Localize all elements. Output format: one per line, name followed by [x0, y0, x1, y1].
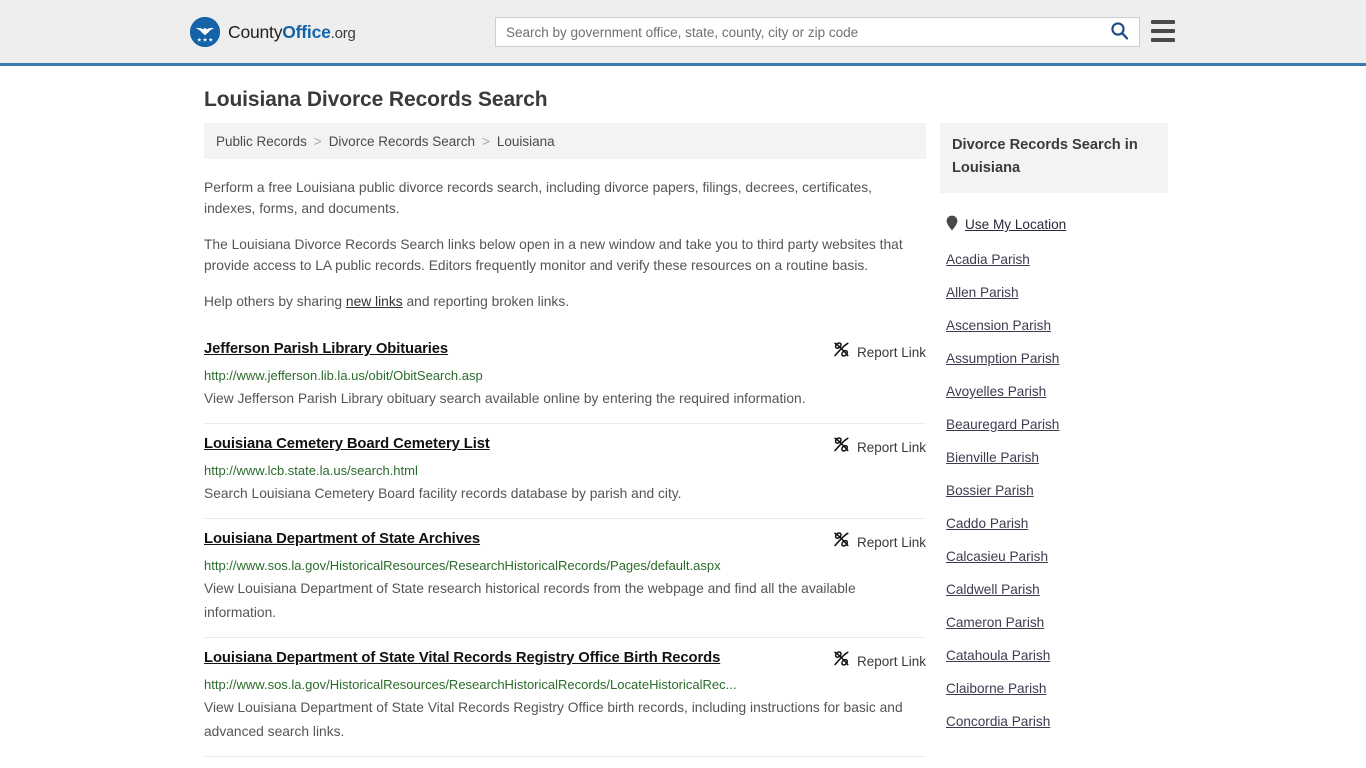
sidebar-link-label[interactable]: Beauregard Parish	[946, 417, 1059, 432]
sidebar-item-caddo-parish[interactable]: Caddo Parish	[940, 507, 1168, 540]
sidebar-item-bienville-parish[interactable]: Bienville Parish	[940, 441, 1168, 474]
sidebar-link-label[interactable]: Caddo Parish	[946, 516, 1028, 531]
broken-link-icon	[833, 436, 850, 458]
sidebar-link-label[interactable]: Use My Location	[965, 217, 1066, 232]
sidebar-link-label[interactable]: Avoyelles Parish	[946, 384, 1046, 399]
sidebar-link-label[interactable]: Concordia Parish	[946, 714, 1050, 729]
report-link-label: Report Link	[856, 653, 926, 669]
report-link-label: Report Link	[856, 534, 926, 550]
report-link-button[interactable]: Report Link	[833, 436, 926, 458]
sidebar-link-label[interactable]: Acadia Parish	[946, 252, 1030, 267]
site-logo[interactable]: CountyOffice.org	[190, 17, 356, 47]
sidebar-item-caldwell-parish[interactable]: Caldwell Parish	[940, 573, 1168, 606]
breadcrumb-separator: >	[313, 133, 322, 149]
report-link-button[interactable]: Report Link	[833, 341, 926, 363]
result-description: Search Louisiana Cemetery Board facility…	[204, 486, 682, 501]
search-bar[interactable]	[495, 17, 1140, 47]
result-item: Louisiana Cemetery Board Cemetery List R…	[204, 423, 926, 518]
result-header: Jefferson Parish Library Obituaries Repo…	[204, 340, 926, 363]
intro-text-before: Help others by sharing	[204, 294, 346, 309]
report-link-button[interactable]: Report Link	[833, 531, 926, 553]
sidebar-link-label[interactable]: Cameron Parish	[946, 615, 1044, 630]
breadcrumb-item-divorce-records-search[interactable]: Divorce Records Search	[329, 134, 475, 149]
result-item: Jefferson Parish Library Obituaries Repo…	[204, 330, 926, 423]
sidebar-link-label[interactable]: Assumption Parish	[946, 351, 1059, 366]
sidebar-links-list: Use My Location Acadia Parish Allen Pari…	[940, 193, 1168, 738]
page-title: Louisiana Divorce Records Search	[204, 88, 548, 111]
menu-bar-2	[1151, 29, 1175, 33]
brand-county: County	[228, 21, 283, 42]
search-icon	[1110, 21, 1129, 43]
result-title-link[interactable]: Louisiana Cemetery Board Cemetery List	[204, 435, 490, 454]
sidebar-item-ascension-parish[interactable]: Ascension Parish	[940, 309, 1168, 342]
sidebar: Divorce Records Search in Louisiana Use …	[940, 123, 1168, 738]
report-link-label: Report Link	[856, 344, 926, 360]
intro-paragraph-2: The Louisiana Divorce Records Search lin…	[204, 237, 903, 273]
broken-link-icon	[833, 531, 850, 553]
sidebar-link-label[interactable]: Allen Parish	[946, 285, 1019, 300]
breadcrumb-item-public-records[interactable]: Public Records	[216, 134, 307, 149]
result-header: Louisiana Department of State Vital Reco…	[204, 649, 926, 672]
sidebar-link-label[interactable]: Ascension Parish	[946, 318, 1051, 333]
breadcrumb-item-louisiana[interactable]: Louisiana	[497, 134, 555, 149]
result-item: Louisiana Department of State Vital Reco…	[204, 637, 926, 756]
report-link-label: Report Link	[856, 439, 926, 455]
sidebar-item-concordia-parish[interactable]: Concordia Parish	[940, 705, 1168, 738]
breadcrumb: Public Records > Divorce Records Search …	[204, 123, 926, 159]
sidebar-item-allen-parish[interactable]: Allen Parish	[940, 276, 1168, 309]
menu-bar-3	[1151, 38, 1175, 42]
result-description: View Jefferson Parish Library obituary s…	[204, 391, 806, 406]
intro-text-after: and reporting broken links.	[402, 294, 570, 309]
result-item: Louisiana Obituaries Report Link	[204, 756, 926, 768]
result-title-link[interactable]: Louisiana Department of State Archives	[204, 530, 480, 549]
result-header: Louisiana Cemetery Board Cemetery List R…	[204, 435, 926, 458]
site-logo-text: CountyOffice.org	[228, 22, 356, 43]
result-header: Louisiana Department of State Archives R…	[204, 530, 926, 553]
sidebar-item-claiborne-parish[interactable]: Claiborne Parish	[940, 672, 1168, 705]
sidebar-item-assumption-parish[interactable]: Assumption Parish	[940, 342, 1168, 375]
result-item: Louisiana Department of State Archives R…	[204, 518, 926, 637]
sidebar-link-label[interactable]: Bossier Parish	[946, 483, 1034, 498]
result-title-link[interactable]: Louisiana Department of State Vital Reco…	[204, 649, 720, 668]
result-title-link[interactable]: Jefferson Parish Library Obituaries	[204, 340, 448, 359]
main-content: Public Records > Divorce Records Search …	[204, 123, 926, 768]
sidebar-title: Divorce Records Search in Louisiana	[940, 123, 1168, 193]
sidebar-item-calcasieu-parish[interactable]: Calcasieu Parish	[940, 540, 1168, 573]
map-pin-icon	[946, 215, 958, 234]
sidebar-item-use-my-location[interactable]: Use My Location	[940, 206, 1168, 243]
search-button[interactable]	[1099, 18, 1139, 46]
sidebar-item-cameron-parish[interactable]: Cameron Parish	[940, 606, 1168, 639]
eagle-seal-icon	[190, 17, 220, 47]
new-links-link[interactable]: new links	[346, 294, 403, 309]
result-url[interactable]: http://www.sos.la.gov/HistoricalResource…	[204, 676, 926, 693]
sidebar-link-label[interactable]: Calcasieu Parish	[946, 549, 1048, 564]
brand-office: Office	[282, 21, 331, 42]
broken-link-icon	[833, 341, 850, 363]
sidebar-item-bossier-parish[interactable]: Bossier Parish	[940, 474, 1168, 507]
menu-bar-1	[1151, 20, 1175, 24]
sidebar-item-avoyelles-parish[interactable]: Avoyelles Parish	[940, 375, 1168, 408]
sidebar-item-catahoula-parish[interactable]: Catahoula Parish	[940, 639, 1168, 672]
breadcrumb-separator: >	[482, 133, 490, 149]
site-header: CountyOffice.org	[0, 0, 1366, 66]
sidebar-link-label[interactable]: Caldwell Parish	[946, 582, 1040, 597]
sidebar-link-label[interactable]: Claiborne Parish	[946, 681, 1047, 696]
result-description: View Louisiana Department of State resea…	[204, 581, 856, 620]
intro-paragraph-1: Perform a free Louisiana public divorce …	[204, 180, 872, 216]
intro-paragraph-3: Help others by sharing new links and rep…	[204, 276, 926, 312]
result-url[interactable]: http://www.jefferson.lib.la.us/obit/Obit…	[204, 367, 926, 384]
report-link-button[interactable]: Report Link	[833, 650, 926, 672]
sidebar-link-label[interactable]: Bienville Parish	[946, 450, 1039, 465]
search-input[interactable]	[496, 18, 1099, 46]
sidebar-link-label[interactable]: Catahoula Parish	[946, 648, 1050, 663]
brand-org: .org	[330, 24, 356, 42]
hamburger-menu-icon[interactable]	[1151, 20, 1175, 42]
results-list: Jefferson Parish Library Obituaries Repo…	[204, 330, 926, 768]
sidebar-item-acadia-parish[interactable]: Acadia Parish	[940, 243, 1168, 276]
sidebar-item-beauregard-parish[interactable]: Beauregard Parish	[940, 408, 1168, 441]
result-url[interactable]: http://www.lcb.state.la.us/search.html	[204, 462, 926, 479]
broken-link-icon	[833, 650, 850, 672]
result-url[interactable]: http://www.sos.la.gov/HistoricalResource…	[204, 557, 926, 574]
result-description: View Louisiana Department of State Vital…	[204, 700, 903, 739]
